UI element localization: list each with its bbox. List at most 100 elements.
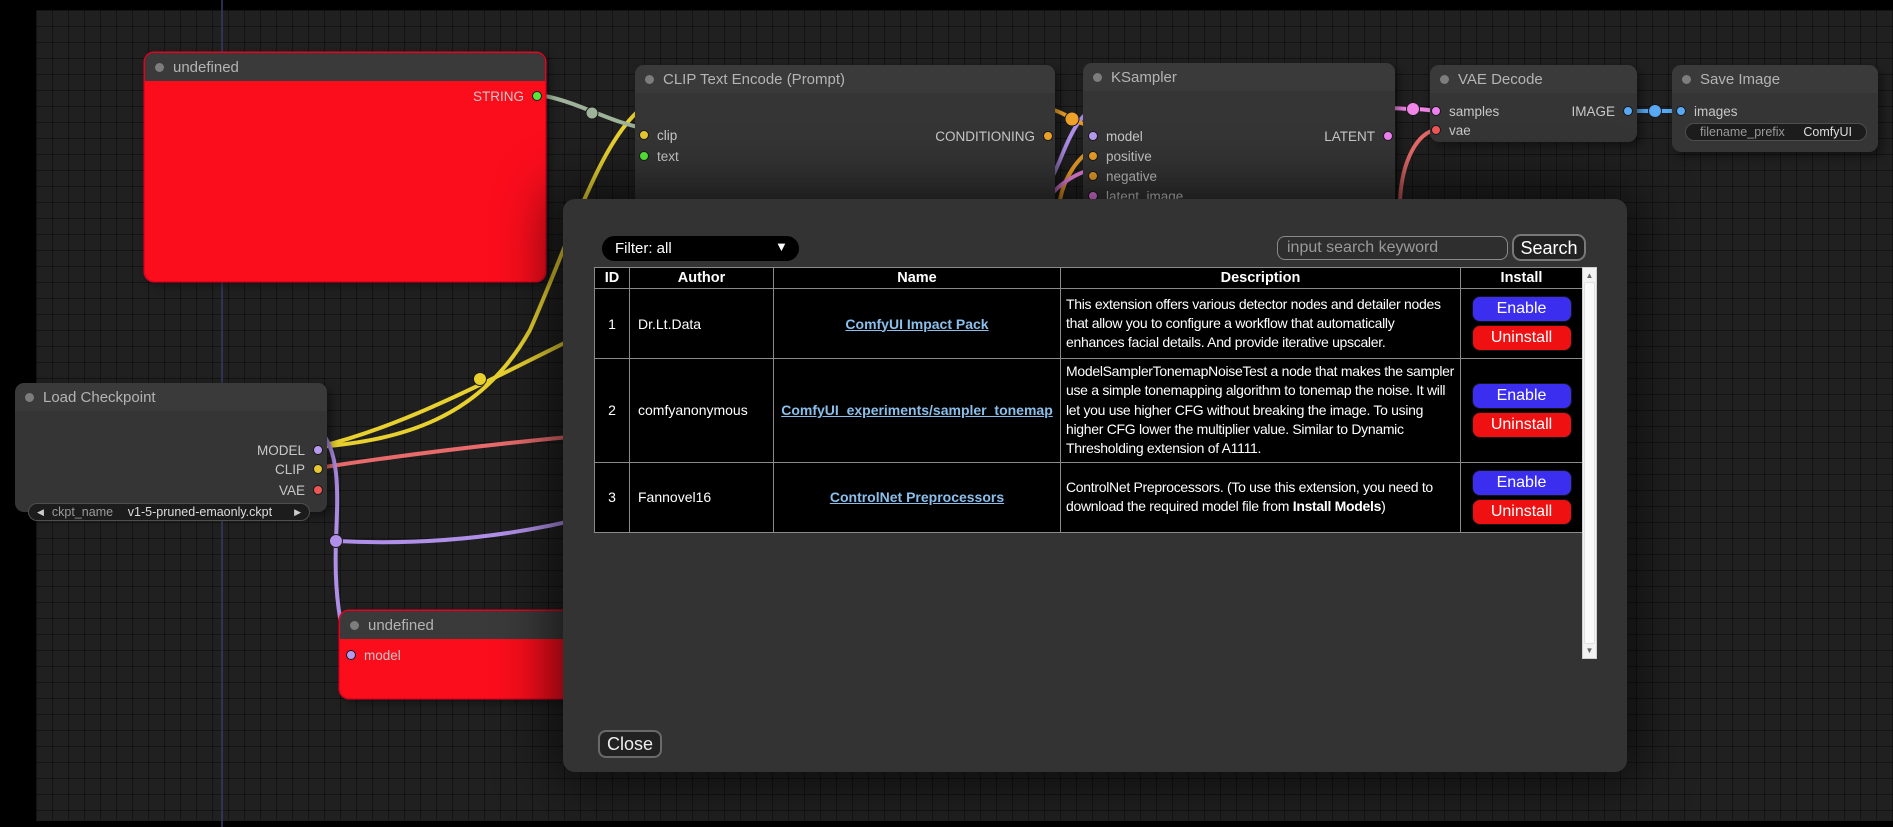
input-dot-images[interactable] xyxy=(1676,106,1686,116)
uninstall-button[interactable]: Uninstall xyxy=(1472,499,1572,525)
node-title: VAE Decode xyxy=(1458,71,1543,88)
node-body: MODEL CLIP VAE ◀ ckpt_name v1-5-pruned-e… xyxy=(15,411,327,512)
input-slot-model[interactable]: model xyxy=(346,649,401,661)
input-dot-negative[interactable] xyxy=(1088,171,1098,181)
input-dot-vae[interactable] xyxy=(1431,125,1441,135)
input-dot-text[interactable] xyxy=(639,151,649,161)
cell-id: 1 xyxy=(595,289,630,359)
collapse-dot-icon[interactable] xyxy=(155,63,164,72)
ckpt-name-widget[interactable]: ◀ ckpt_name v1-5-pruned-emaonly.ckpt ▶ xyxy=(28,503,310,521)
output-slot-conditioning[interactable]: CONDITIONING xyxy=(935,130,1053,142)
filename-prefix-widget[interactable]: filename_prefix ComfyUI xyxy=(1685,123,1867,141)
collapse-dot-icon[interactable] xyxy=(25,393,34,402)
search-button[interactable]: Search xyxy=(1512,234,1586,261)
node-title-bar[interactable]: VAE Decode xyxy=(1430,65,1637,93)
output-dot-vae[interactable] xyxy=(313,485,323,495)
input-slot-positive[interactable]: positive xyxy=(1088,150,1152,162)
input-slot-samples[interactable]: samples xyxy=(1431,105,1499,117)
increment-icon[interactable]: ▶ xyxy=(294,507,301,518)
node-load-checkpoint[interactable]: Load Checkpoint MODEL CLIP VAE ◀ ckpt_na… xyxy=(15,383,327,512)
table-row: 2 comfyanonymous ComfyUI_experiments/sam… xyxy=(595,359,1583,463)
output-dot-latent[interactable] xyxy=(1383,131,1393,141)
node-title-bar[interactable]: KSampler xyxy=(1083,63,1395,91)
scrollbar-thumb[interactable] xyxy=(1584,282,1595,644)
output-slot-vae[interactable]: VAE xyxy=(279,484,323,496)
node-ksampler[interactable]: KSampler model positive negative latent_… xyxy=(1083,63,1395,213)
node-title: CLIP Text Encode (Prompt) xyxy=(663,71,845,88)
node-title-bar[interactable]: Save Image xyxy=(1672,65,1878,93)
slot-label: clip xyxy=(657,128,677,143)
extension-link[interactable]: ComfyUI_experiments/sampler_tonemap xyxy=(781,402,1053,418)
cell-id: 2 xyxy=(595,359,630,463)
output-slot-string[interactable]: STRING xyxy=(473,90,542,102)
header-description: Description xyxy=(1061,268,1461,289)
node-vae-decode[interactable]: VAE Decode samples vae IMAGE xyxy=(1430,65,1637,142)
search-input[interactable] xyxy=(1277,236,1508,260)
cell-id: 3 xyxy=(595,462,630,532)
collapse-dot-icon[interactable] xyxy=(1682,75,1691,84)
node-undefined-bottom[interactable]: undefined model xyxy=(340,611,575,698)
input-dot-positive[interactable] xyxy=(1088,151,1098,161)
node-title-bar[interactable]: undefined xyxy=(340,611,575,639)
close-button[interactable]: Close xyxy=(598,730,662,758)
enable-button[interactable]: Enable xyxy=(1472,470,1572,496)
cell-install: Enable Uninstall xyxy=(1461,359,1583,463)
output-slot-image[interactable]: IMAGE xyxy=(1571,105,1633,117)
decrement-icon[interactable]: ◀ xyxy=(37,507,44,518)
enable-button[interactable]: Enable xyxy=(1472,296,1572,322)
input-dot-samples[interactable] xyxy=(1431,106,1441,116)
cell-description: ModelSamplerTonemapNoiseTest a node that… xyxy=(1061,359,1461,463)
node-title-bar[interactable]: undefined xyxy=(145,53,545,81)
uninstall-button[interactable]: Uninstall xyxy=(1472,325,1572,351)
table-scrollbar[interactable]: ▲ ▼ xyxy=(1582,267,1597,659)
slot-label: MODEL xyxy=(257,443,305,458)
table-header-row: ID Author Name Description Install xyxy=(595,268,1583,289)
output-dot-model[interactable] xyxy=(313,445,323,455)
extension-link[interactable]: ComfyUI Impact Pack xyxy=(845,316,988,332)
cell-name: ComfyUI Impact Pack xyxy=(774,289,1061,359)
node-body: model positive negative latent_image LAT… xyxy=(1083,91,1395,213)
node-clip-text-encode[interactable]: CLIP Text Encode (Prompt) clip text COND… xyxy=(635,65,1055,215)
scrollbar-down-icon[interactable]: ▼ xyxy=(1583,646,1596,655)
input-slot-model[interactable]: model xyxy=(1088,130,1143,142)
collapse-dot-icon[interactable] xyxy=(350,621,359,630)
output-dot-clip[interactable] xyxy=(313,464,323,474)
input-slot-vae[interactable]: vae xyxy=(1431,124,1471,136)
scrollbar-up-icon[interactable]: ▲ xyxy=(1583,271,1596,280)
uninstall-button[interactable]: Uninstall xyxy=(1472,412,1572,438)
node-undefined-top[interactable]: undefined STRING xyxy=(145,53,545,281)
node-body: samples vae IMAGE xyxy=(1430,93,1637,142)
node-title: undefined xyxy=(173,59,239,76)
node-title-bar[interactable]: CLIP Text Encode (Prompt) xyxy=(635,65,1055,93)
header-install: Install xyxy=(1461,268,1583,289)
output-slot-model[interactable]: MODEL xyxy=(257,444,323,456)
input-slot-images[interactable]: images xyxy=(1676,105,1738,117)
input-slot-text[interactable]: text xyxy=(639,150,679,162)
header-id: ID xyxy=(595,268,630,289)
cell-author: Fannovel16 xyxy=(630,462,774,532)
cell-name: ComfyUI_experiments/sampler_tonemap xyxy=(774,359,1061,463)
input-slot-clip[interactable]: clip xyxy=(639,129,677,141)
extension-link[interactable]: ControlNet Preprocessors xyxy=(830,489,1004,505)
node-body: images filename_prefix ComfyUI xyxy=(1672,93,1878,152)
filter-select[interactable]: Filter: all xyxy=(602,236,799,261)
input-dot-clip[interactable] xyxy=(639,130,649,140)
output-dot-string[interactable] xyxy=(532,91,542,101)
input-dot-model[interactable] xyxy=(1088,131,1098,141)
header-author: Author xyxy=(630,268,774,289)
node-title: undefined xyxy=(368,617,434,634)
node-save-image[interactable]: Save Image images filename_prefix ComfyU… xyxy=(1672,65,1878,152)
enable-button[interactable]: Enable xyxy=(1472,383,1572,409)
table-row: 1 Dr.Lt.Data ComfyUI Impact Pack This ex… xyxy=(595,289,1583,359)
input-slot-negative[interactable]: negative xyxy=(1088,170,1157,182)
output-slot-latent[interactable]: LATENT xyxy=(1324,130,1393,142)
collapse-dot-icon[interactable] xyxy=(645,75,654,84)
node-title-bar[interactable]: Load Checkpoint xyxy=(15,383,327,411)
header-name: Name xyxy=(774,268,1061,289)
input-dot-model[interactable] xyxy=(346,650,356,660)
output-dot-conditioning[interactable] xyxy=(1043,131,1053,141)
collapse-dot-icon[interactable] xyxy=(1093,73,1102,82)
collapse-dot-icon[interactable] xyxy=(1440,75,1449,84)
output-slot-clip[interactable]: CLIP xyxy=(275,463,323,475)
output-dot-image[interactable] xyxy=(1623,106,1633,116)
